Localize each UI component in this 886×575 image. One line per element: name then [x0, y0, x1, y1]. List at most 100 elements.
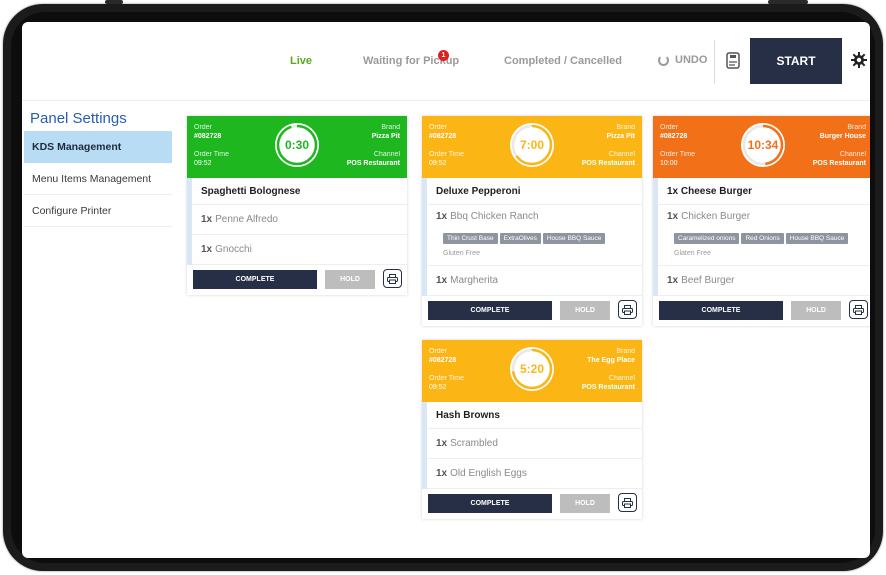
order-number: #082728 [429, 133, 457, 140]
order-card-header: Order #082728 Order Time 10:00 Brand Burger H… [653, 116, 870, 178]
item-name: Old English Eggs [450, 468, 527, 479]
printer-icon [622, 497, 633, 508]
order-timer: 10:34 [741, 123, 785, 167]
timer-value: 5:20 [519, 362, 545, 376]
order-time-label: Order Time [429, 151, 465, 158]
order-timer: 7:00 [510, 123, 554, 167]
modifier-tag: Thin Crust Base [443, 233, 498, 244]
complete-button[interactable]: COMPLETE [428, 301, 552, 320]
order-line-item[interactable]: 1x Old English Eggs [427, 459, 642, 489]
complete-button[interactable]: COMPLETE [428, 494, 552, 513]
item-qty: 1x [436, 438, 448, 449]
order-card-header: Order #082728 Order Time 09:52 Brand The Egg … [422, 340, 642, 402]
order-label: Order [194, 124, 212, 131]
order-card-header: Order #082728 Order Time 09:52 Brand Pizza Pi… [187, 116, 407, 178]
order-line-item[interactable]: 1x Beef Burger [658, 266, 870, 296]
order-label: Order [660, 124, 678, 131]
hardware-button [768, 0, 808, 4]
timer-value: 0:30 [284, 138, 310, 152]
sidebar-item-kds-management[interactable]: KDS Management [24, 131, 172, 163]
sidebar-item-configure-printer[interactable]: Configure Printer [24, 195, 172, 227]
order-items: 1x Cheese Burger 1x Chicken Burger Carameli… [653, 178, 870, 296]
panel-settings-title: Panel Settings [30, 110, 127, 127]
printer-icon [622, 304, 633, 315]
brand-name: The Egg Place [587, 357, 635, 364]
header-divider [22, 100, 870, 101]
hold-button[interactable]: HOLD [560, 301, 610, 320]
order-line-item[interactable]: 1x Bbq Chicken Ranch [427, 205, 642, 227]
order-card: Order #082728 Order Time 09:52 Brand Pizza Pi… [422, 116, 642, 326]
printer-status-icon[interactable] [726, 52, 740, 69]
start-button[interactable]: START [750, 38, 842, 84]
modifier-tag: Red Onions [741, 233, 784, 244]
order-actions: COMPLETE HOLD [422, 296, 642, 326]
order-line-item[interactable]: 1x Margherita [427, 266, 642, 296]
top-bar: Live Waiting for Pickup 1 Completed / Ca… [22, 22, 870, 100]
item-qty: 1x [201, 244, 213, 255]
order-line-item[interactable]: 1x Chicken Burger [658, 205, 870, 227]
brand-name: Burger House [819, 133, 866, 140]
waiting-count-badge: 1 [438, 50, 449, 61]
order-item-title[interactable]: 1x Cheese Burger [658, 178, 870, 205]
item-note: Gluten Free [443, 250, 480, 257]
hold-button[interactable]: HOLD [791, 301, 841, 320]
order-time: 09:52 [194, 160, 212, 167]
item-qty: 1x [436, 210, 448, 222]
hold-button[interactable]: HOLD [560, 494, 610, 513]
item-qty: 1x [667, 210, 679, 222]
complete-button[interactable]: COMPLETE [193, 270, 317, 289]
print-button[interactable] [618, 300, 637, 319]
timer-value: 10:34 [747, 138, 779, 152]
item-name: Scrambled [450, 438, 498, 449]
order-time-label: Order Time [660, 151, 696, 158]
order-timer: 5:20 [510, 347, 554, 391]
channel-name: POS Restaurant [812, 160, 866, 167]
sidebar-item-menu-items-management[interactable]: Menu Items Management [24, 163, 172, 195]
tab-completed-cancelled[interactable]: Completed / Cancelled [504, 55, 622, 67]
order-time-label: Order Time [194, 151, 230, 158]
divider [714, 40, 715, 84]
order-card: Order #082728 Order Time 10:00 Brand Burger H… [653, 116, 870, 326]
order-time: 09:52 [429, 384, 447, 391]
brand-label: Brand [616, 124, 635, 131]
order-time: 10:00 [660, 160, 678, 167]
order-items: Spaghetti Bolognese 1x Penne Alfredo 1x Gnoc… [187, 178, 407, 265]
channel-name: POS Restaurant [346, 160, 400, 167]
print-button[interactable] [383, 269, 402, 288]
order-card: Order #082728 Order Time 09:52 Brand The Egg … [422, 340, 642, 519]
brand-label: Brand [847, 124, 866, 131]
order-items: Hash Browns 1x Scrambled 1x Old English Eggs [422, 402, 642, 489]
order-line-item[interactable]: 1x Gnocchi [192, 235, 407, 265]
complete-button[interactable]: COMPLETE [659, 301, 783, 320]
modifier-tag: ExtraOlives [499, 233, 541, 244]
brand-label: Brand [616, 348, 635, 355]
order-item-title[interactable]: Deluxe Pepperoni [427, 178, 642, 205]
item-modifiers: Caramelized onions Red Onions House BBQ Sa… [658, 227, 870, 266]
hold-button[interactable]: HOLD [325, 270, 375, 289]
tab-live[interactable]: Live [290, 55, 312, 67]
order-line-item[interactable]: 1x Scrambled [427, 429, 642, 459]
item-name: Beef Burger [681, 275, 735, 286]
brand-name: Pizza Pit [371, 133, 400, 140]
timer-value: 7:00 [519, 138, 545, 152]
item-name: Penne Alfredo [215, 214, 278, 225]
order-timer: 0:30 [275, 123, 319, 167]
undo-label: UNDO [675, 54, 708, 66]
order-line-item[interactable]: 1x Penne Alfredo [192, 205, 407, 235]
order-actions: COMPLETE HOLD [422, 489, 642, 519]
order-card-header: Order #082728 Order Time 09:52 Brand Pizza Pi… [422, 116, 642, 178]
channel-label: Channel [608, 375, 635, 382]
modifier-tag: House BBQ Sauce [542, 233, 606, 244]
channel-label: Channel [373, 151, 400, 158]
order-label: Order [429, 348, 447, 355]
hardware-button [105, 0, 123, 4]
order-item-title[interactable]: Spaghetti Bolognese [192, 178, 407, 205]
order-item-title[interactable]: Hash Browns [427, 402, 642, 429]
print-button[interactable] [618, 493, 637, 512]
order-number: #082728 [660, 133, 688, 140]
gear-icon[interactable] [851, 52, 867, 68]
print-button[interactable] [849, 300, 868, 319]
undo-button[interactable]: UNDO [658, 54, 707, 66]
order-actions: COMPLETE HOLD [187, 265, 407, 295]
printer-icon [853, 304, 864, 315]
